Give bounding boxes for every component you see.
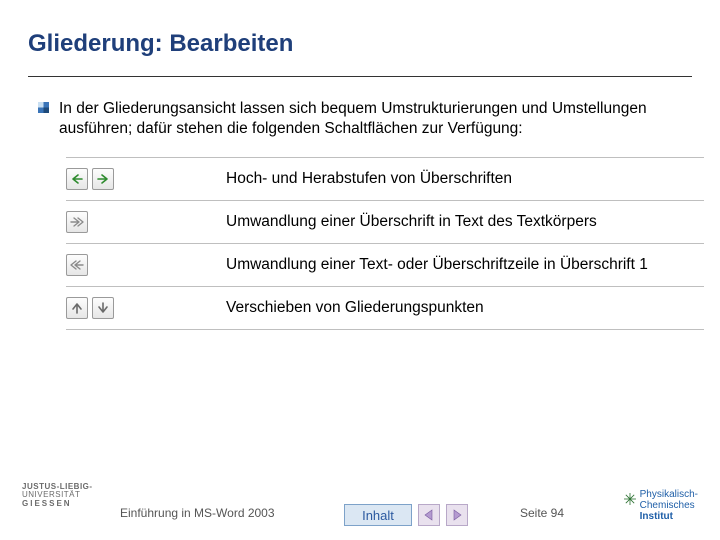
promote-to-heading1-icon — [66, 254, 88, 276]
demote-to-body-icon — [66, 211, 88, 233]
contents-label: Inhalt — [362, 508, 394, 523]
chem-line2: Chemisches — [640, 500, 698, 511]
nav-block: Inhalt — [344, 504, 468, 526]
triangle-left-icon — [423, 509, 435, 521]
prev-slide-button[interactable] — [418, 504, 440, 526]
slide: Gliederung: Bearbeiten In der Gliederung… — [0, 0, 720, 540]
table-row: Verschieben von Gliederungspunkten — [66, 286, 704, 330]
divider — [28, 76, 692, 77]
document-title: Einführung in MS-Word 2003 — [120, 506, 275, 520]
page-title: Gliederung: Bearbeiten — [28, 30, 692, 58]
table-row: Umwandlung einer Text- oder Überschriftz… — [66, 243, 704, 286]
intro-row: In der Gliederungsansicht lassen sich be… — [38, 99, 692, 139]
page-number: Seite 94 — [520, 506, 564, 520]
demote-heading-icon — [92, 168, 114, 190]
chem-line3: Institut — [640, 511, 698, 522]
star-icon — [624, 493, 636, 505]
table-row: Umwandlung einer Überschrift in Text des… — [66, 200, 704, 243]
function-label: Umwandlung einer Text- oder Überschriftz… — [226, 255, 704, 274]
uni-line3: GIESSEN — [22, 500, 93, 508]
function-label: Umwandlung einer Überschrift in Text des… — [226, 212, 704, 231]
function-label: Verschieben von Gliederungspunkten — [226, 298, 704, 317]
promote-heading-icon — [66, 168, 88, 190]
move-down-icon — [92, 297, 114, 319]
triangle-right-icon — [451, 509, 463, 521]
chem-line1: Physikalisch- — [640, 489, 698, 500]
next-slide-button[interactable] — [446, 504, 468, 526]
bullet-icon — [38, 102, 49, 113]
contents-button[interactable]: Inhalt — [344, 504, 412, 526]
institute-logo: Physikalisch- Chemisches Institut — [640, 489, 698, 522]
university-logo: JUSTUS-LIEBIG- UNIVERSITÄT GIESSEN — [22, 483, 93, 508]
table-row: Hoch- und Herabstufen von Überschriften — [66, 157, 704, 200]
function-table: Hoch- und Herabstufen von Überschriften … — [66, 157, 704, 330]
footer: JUSTUS-LIEBIG- UNIVERSITÄT GIESSEN Einfü… — [0, 472, 720, 540]
function-label: Hoch- und Herabstufen von Überschriften — [226, 169, 704, 188]
intro-text: In der Gliederungsansicht lassen sich be… — [59, 99, 659, 139]
move-up-icon — [66, 297, 88, 319]
